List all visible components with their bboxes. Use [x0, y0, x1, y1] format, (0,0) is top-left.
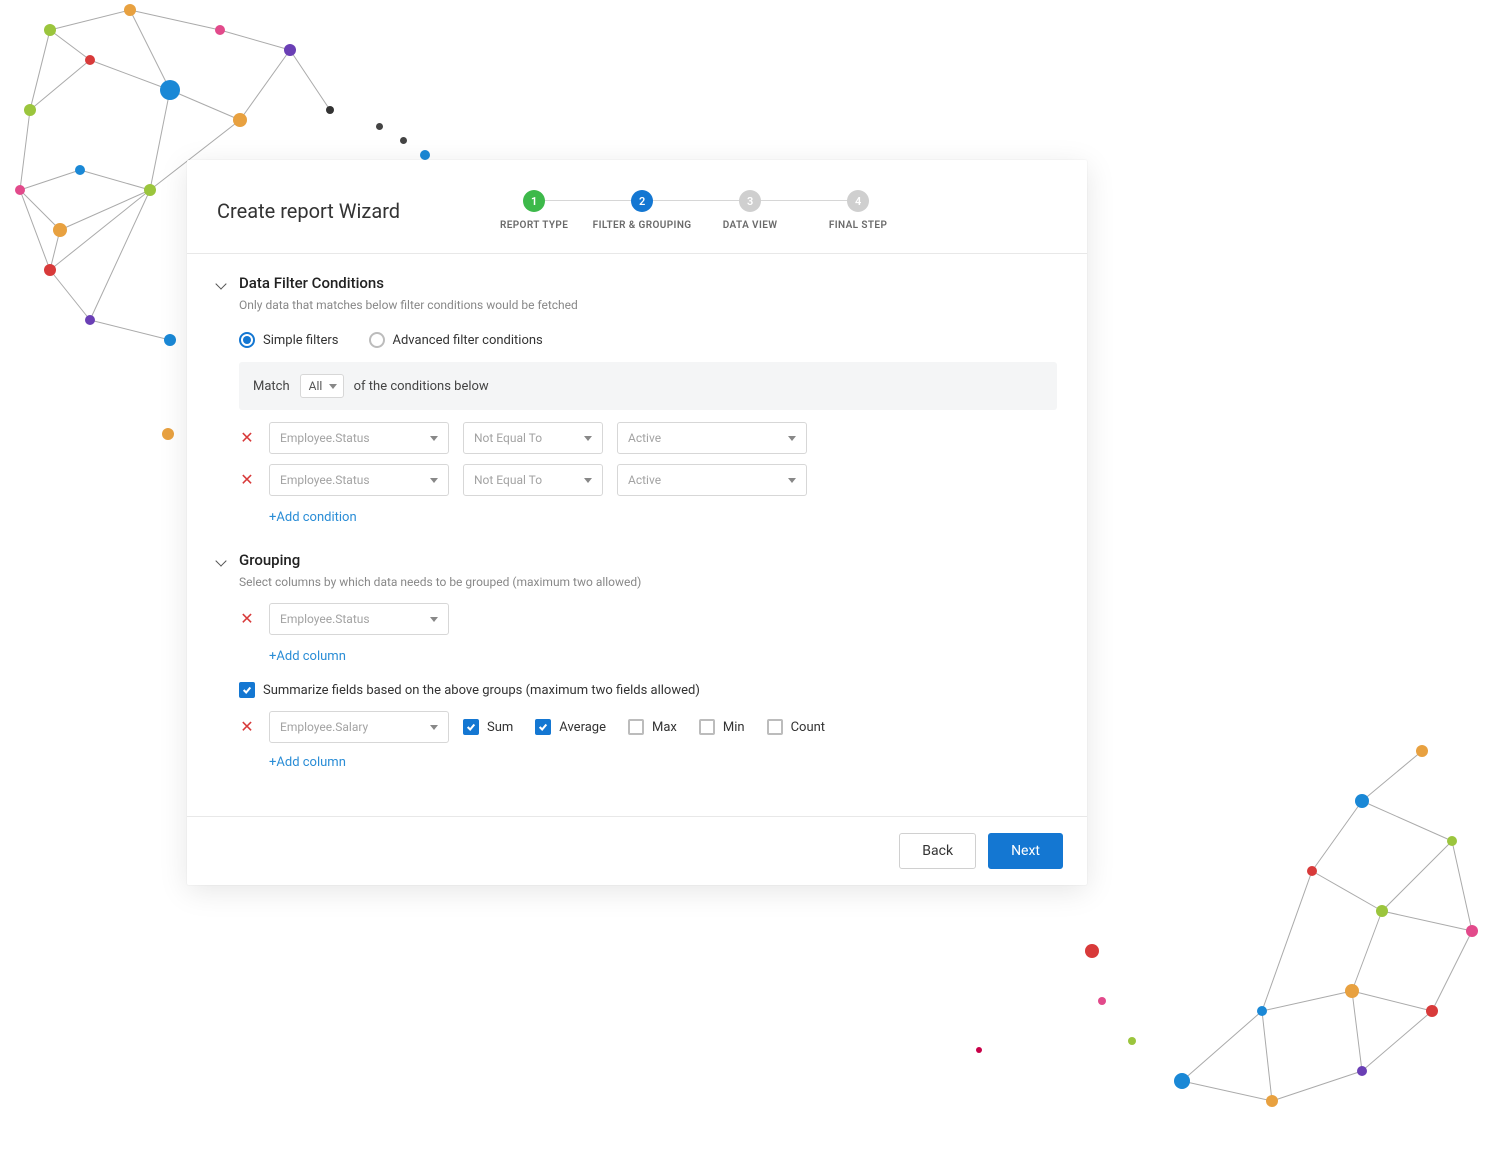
- summary-row: ✕ Employee.Salary Sum Average: [239, 711, 1057, 743]
- filter-field-select[interactable]: Employee.Status: [269, 422, 449, 454]
- caret-down-icon: [430, 725, 438, 730]
- caret-down-icon: [788, 436, 796, 441]
- caret-down-icon: [584, 436, 592, 441]
- step-filter-grouping[interactable]: 2 FILTER & GROUPING: [588, 190, 696, 231]
- filter-field-select[interactable]: Employee.Status: [269, 464, 449, 496]
- select-value: Active: [628, 431, 661, 445]
- back-button[interactable]: Back: [899, 833, 976, 869]
- filter-operator-select[interactable]: Not Equal To: [463, 422, 603, 454]
- remove-condition-button[interactable]: ✕: [239, 472, 255, 488]
- radio-label: Advanced filter conditions: [393, 333, 543, 348]
- agg-average-checkbox[interactable]: Average: [535, 719, 606, 735]
- filter-row: ✕ Employee.Status Not Equal To Active: [239, 422, 1057, 454]
- grouping-row: ✕ Employee.Status: [239, 603, 1057, 635]
- section-title: Data Filter Conditions: [239, 274, 384, 292]
- decoration-dot: [976, 1047, 982, 1053]
- group-column-select[interactable]: Employee.Status: [269, 603, 449, 635]
- step-number: 4: [847, 190, 869, 212]
- radio-label: Simple filters: [263, 333, 339, 348]
- checkbox-label: Min: [723, 720, 745, 735]
- select-value: Employee.Status: [280, 431, 370, 445]
- checkbox-label: Summarize fields based on the above grou…: [263, 683, 700, 698]
- summarize-checkbox[interactable]: Summarize fields based on the above grou…: [239, 682, 700, 698]
- agg-min-checkbox[interactable]: Min: [699, 719, 745, 735]
- caret-down-icon: [430, 436, 438, 441]
- section-data-filter: Data Filter Conditions Only data that ma…: [217, 274, 1057, 525]
- radio-advanced-filters[interactable]: Advanced filter conditions: [369, 332, 543, 348]
- wizard-footer: Back Next: [187, 816, 1087, 885]
- remove-summary-field-button[interactable]: ✕: [239, 719, 255, 735]
- summary-field-select[interactable]: Employee.Salary: [269, 711, 449, 743]
- checkbox-label: Average: [559, 720, 606, 735]
- chevron-down-icon: [217, 280, 227, 290]
- select-value: Not Equal To: [474, 473, 542, 487]
- agg-sum-checkbox[interactable]: Sum: [463, 719, 513, 735]
- caret-down-icon: [584, 478, 592, 483]
- next-button[interactable]: Next: [988, 833, 1063, 869]
- decoration-dot: [162, 428, 174, 440]
- step-label: FILTER & GROUPING: [593, 220, 692, 231]
- match-mode-select[interactable]: All: [300, 374, 344, 398]
- remove-condition-button[interactable]: ✕: [239, 430, 255, 446]
- section-subtitle: Select columns by which data needs to be…: [239, 575, 1057, 589]
- agg-max-checkbox[interactable]: Max: [628, 719, 677, 735]
- select-value: Employee.Status: [280, 473, 370, 487]
- checkbox-label: Sum: [487, 720, 513, 735]
- caret-down-icon: [430, 478, 438, 483]
- step-report-type[interactable]: 1 REPORT TYPE: [480, 190, 588, 231]
- add-summary-column-link[interactable]: +Add column: [269, 755, 346, 770]
- agg-count-checkbox[interactable]: Count: [767, 719, 825, 735]
- decoration-dot: [376, 123, 383, 130]
- wizard-header: Create report Wizard 1 REPORT TYPE 2 FIL…: [187, 160, 1087, 254]
- section-toggle-grouping[interactable]: Grouping: [217, 551, 1057, 569]
- caret-down-icon: [329, 384, 337, 389]
- checkbox-label: Count: [791, 720, 825, 735]
- add-group-column-link[interactable]: +Add column: [269, 649, 346, 664]
- step-data-view[interactable]: 3 DATA VIEW: [696, 190, 804, 231]
- match-prefix: Match: [253, 379, 290, 394]
- filter-operator-select[interactable]: Not Equal To: [463, 464, 603, 496]
- match-mode-value: All: [309, 379, 323, 393]
- section-subtitle: Only data that matches below filter cond…: [239, 298, 1057, 312]
- chevron-down-icon: [217, 557, 227, 567]
- decoration-dot: [400, 137, 407, 144]
- select-value: Employee.Salary: [280, 720, 368, 734]
- caret-down-icon: [430, 617, 438, 622]
- section-title: Grouping: [239, 551, 300, 569]
- section-toggle-data-filter[interactable]: Data Filter Conditions: [217, 274, 1057, 292]
- decoration-network-bottom-right: [1062, 711, 1492, 1151]
- step-label: REPORT TYPE: [500, 220, 568, 231]
- step-label: DATA VIEW: [723, 220, 778, 231]
- section-grouping: Grouping Select columns by which data ne…: [217, 551, 1057, 770]
- caret-down-icon: [788, 478, 796, 483]
- step-final[interactable]: 4 FINAL STEP: [804, 190, 912, 231]
- step-number: 2: [631, 190, 653, 212]
- step-number: 3: [739, 190, 761, 212]
- match-suffix: of the conditions below: [354, 379, 489, 394]
- remove-group-column-button[interactable]: ✕: [239, 611, 255, 627]
- stepper: 1 REPORT TYPE 2 FILTER & GROUPING 3 DATA…: [480, 190, 912, 231]
- step-label: FINAL STEP: [829, 220, 887, 231]
- filter-value-select[interactable]: Active: [617, 422, 807, 454]
- add-condition-link[interactable]: +Add condition: [269, 510, 357, 525]
- page-title: Create report Wizard: [217, 199, 400, 223]
- match-conditions-bar: Match All of the conditions below: [239, 362, 1057, 410]
- filter-value-select[interactable]: Active: [617, 464, 807, 496]
- checkbox-label: Max: [652, 720, 677, 735]
- step-number: 1: [523, 190, 545, 212]
- select-value: Employee.Status: [280, 612, 370, 626]
- decoration-dot: [420, 150, 430, 160]
- wizard-card: Create report Wizard 1 REPORT TYPE 2 FIL…: [187, 160, 1087, 885]
- radio-simple-filters[interactable]: Simple filters: [239, 332, 339, 348]
- select-value: Active: [628, 473, 661, 487]
- select-value: Not Equal To: [474, 431, 542, 445]
- filter-row: ✕ Employee.Status Not Equal To Active: [239, 464, 1057, 496]
